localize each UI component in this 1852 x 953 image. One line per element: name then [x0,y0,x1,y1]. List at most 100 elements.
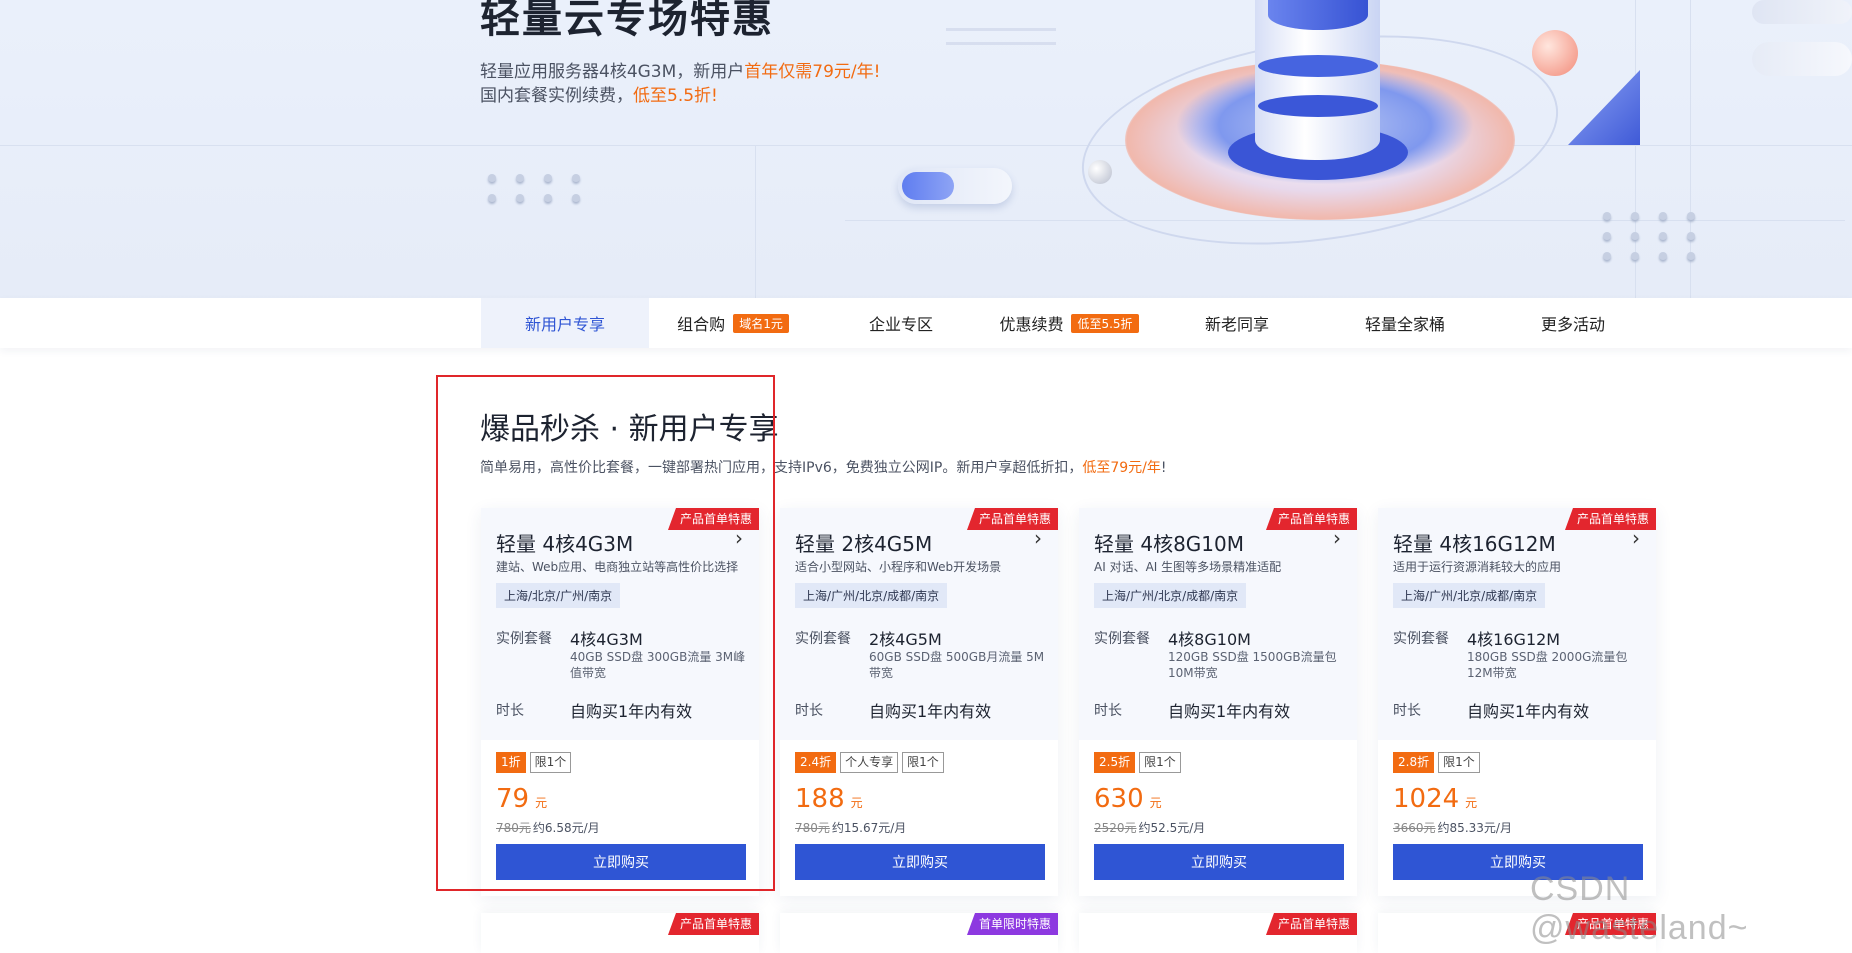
duration-value: 自购买1年内有效 [869,702,992,721]
promo-ribbon: 首单限时特惠 [966,913,1058,935]
duration-label: 时长 [795,703,823,719]
line-decoration [946,28,1056,31]
hero-subtitle-2: 国内套餐实例续费，低至5.5折! [480,81,718,106]
spec-value: 2核4G5M [869,630,942,649]
original-price: 780元 约15.67元/月 [795,819,906,836]
sphere-decoration [1088,160,1112,184]
limit-tag: 限1个 [1139,752,1181,773]
hero-subtitle-1-highlight: 首年仅需79元/年! [744,62,881,82]
product-subtitle: 适用于运行资源消耗较大的应用 [1393,560,1562,574]
product-name[interactable]: 轻量 2核4G5M [795,528,932,557]
monthly-price: 约52.5元/月 [1138,821,1206,835]
promo-ribbon: 产品首单特惠 [1265,508,1357,530]
tower-stripe [1258,55,1378,77]
hero-subtitle-2-text: 国内套餐实例续费， [480,86,633,106]
price: 630 元 [1094,784,1162,814]
spec-description: 60GB SSD盘 500GB月流量 5M带宽 [869,650,1045,680]
promo-ribbon: 产品首单特惠 [1564,508,1656,530]
tab-renewal[interactable]: 优惠续费 低至5.5折 [985,298,1153,348]
hero-subtitle-1-text: 轻量应用服务器4核4G3M，新用户 [480,62,745,82]
duration-value: 自购买1年内有效 [1467,702,1590,721]
product-name[interactable]: 轻量 4核8G10M [1094,528,1244,557]
tower-stripe [1258,95,1378,117]
region-tag: 上海/广州/北京/成都/南京 [1094,583,1247,608]
hero-divider [0,145,1852,146]
price-value: 1024 [1393,784,1460,814]
monthly-price: 约15.67元/月 [831,821,907,835]
tab-enterprise[interactable]: 企业专区 [817,298,985,348]
spec-description: 120GB SSD盘 1500GB流量包 10M带宽 [1168,650,1337,680]
tab-badge: 域名1元 [733,313,789,333]
hero-banner: 轻量云专场特惠 轻量应用服务器4核4G3M，新用户首年仅需79元/年! 国内套餐… [0,0,1852,298]
line-decoration [946,42,1056,45]
tab-more-events[interactable]: 更多活动 [1489,298,1657,348]
hero-subtitle-2-highlight: 低至5.5折! [633,86,718,106]
section-desc-highlight: 低至79元/年 [1082,460,1161,476]
chevron-right-icon[interactable]: › [1333,526,1341,550]
hero-divider [755,145,756,298]
duration-label: 时长 [1094,703,1122,719]
tab-bundle[interactable]: 组合购 域名1元 [649,298,817,348]
region-tag: 上海/广州/北京/成都/南京 [1393,583,1546,608]
price-value: 630 [1094,784,1144,814]
spec-value: 4核8G10M [1168,630,1251,649]
spec-label: 实例套餐 [1094,631,1150,647]
chevron-right-icon[interactable]: › [1034,526,1042,550]
promo-ribbon: 产品首单特惠 [1265,913,1357,935]
original-price: 2520元 约52.5元/月 [1094,819,1205,836]
region-tag: 上海/广州/北京/成都/南京 [795,583,948,608]
buy-button[interactable]: 立即购买 [795,844,1045,880]
dot-pattern [488,174,582,202]
product-subtitle: 适合小型网站、小程序和Web开发场景 [795,560,1002,574]
personal-tag: 个人专享 [840,752,899,773]
price: 1024 元 [1393,784,1477,814]
promo-ribbon: 产品首单特惠 [966,508,1058,530]
product-card: 产品首单特惠 轻量 2核4G5M › 适合小型网站、小程序和Web开发场景 上海… [780,508,1058,896]
discount-tag: 2.5折 [1094,752,1136,773]
product-card-partial: 首单限时特惠 [780,913,1058,953]
tab-family-bundle[interactable]: 轻量全家桶 [1321,298,1489,348]
price-unit: 元 [850,796,863,810]
product-card-partial: 产品首单特惠 [1079,913,1357,953]
tower-top [1268,0,1368,30]
hero-subtitle-1: 轻量应用服务器4核4G3M，新用户首年仅需79元/年! [480,57,880,82]
tab-label: 企业专区 [868,315,933,334]
product-name[interactable]: 轻量 4核16G12M [1393,528,1556,557]
tab-label: 更多活动 [1540,315,1605,334]
tag-list: 2.5折 限1个 [1094,752,1181,773]
tab-new-user[interactable]: 新用户专享 [481,298,649,348]
spec-label: 实例套餐 [1393,631,1449,647]
promo-ribbon: 产品首单特惠 [667,913,759,935]
pill-decoration [1752,42,1852,76]
strikethrough-price: 2520元 [1094,821,1137,835]
toggle-decoration [898,168,1012,204]
tab-label: 组合购 [677,315,726,334]
monthly-price: 约85.33元/月 [1437,821,1512,835]
duration-label: 时长 [1393,703,1421,719]
spec-description: 180GB SSD盘 2000G流量包 12M带宽 [1467,650,1628,680]
triangle-decoration [1568,70,1640,145]
price-unit: 元 [1149,796,1162,810]
price: 188 元 [795,784,863,814]
tag-list: 2.4折 个人专享 限1个 [795,752,944,773]
strikethrough-price: 3660元 [1393,821,1436,835]
tab-badge: 低至5.5折 [1071,313,1139,333]
tab-label: 优惠续费 [999,315,1064,334]
chevron-right-icon[interactable]: › [1632,526,1640,550]
buy-button[interactable]: 立即购买 [1094,844,1344,880]
product-card-partial: 产品首单特惠 [481,913,759,953]
tab-all-users[interactable]: 新老同享 [1153,298,1321,348]
hero-title: 轻量云专场特惠 [480,0,774,42]
product-card: 产品首单特惠 轻量 4核16G12M › 适用于运行资源消耗较大的应用 上海/广… [1378,508,1656,896]
duration-value: 自购买1年内有效 [1168,702,1291,721]
tab-label: 轻量全家桶 [1364,315,1445,334]
tag-list: 2.8折 限1个 [1393,752,1480,773]
pill-decoration [1752,0,1852,24]
watermark: CSDN @wasteland~ [1530,870,1749,947]
price-unit: 元 [1465,796,1478,810]
sphere-decoration [1532,30,1578,76]
product-subtitle: AI 对话、AI 生图等多场景精准适配 [1094,560,1282,574]
discount-tag: 2.4折 [795,752,837,773]
price-value: 188 [795,784,845,814]
original-price: 3660元 约85.33元/月 [1393,819,1512,836]
